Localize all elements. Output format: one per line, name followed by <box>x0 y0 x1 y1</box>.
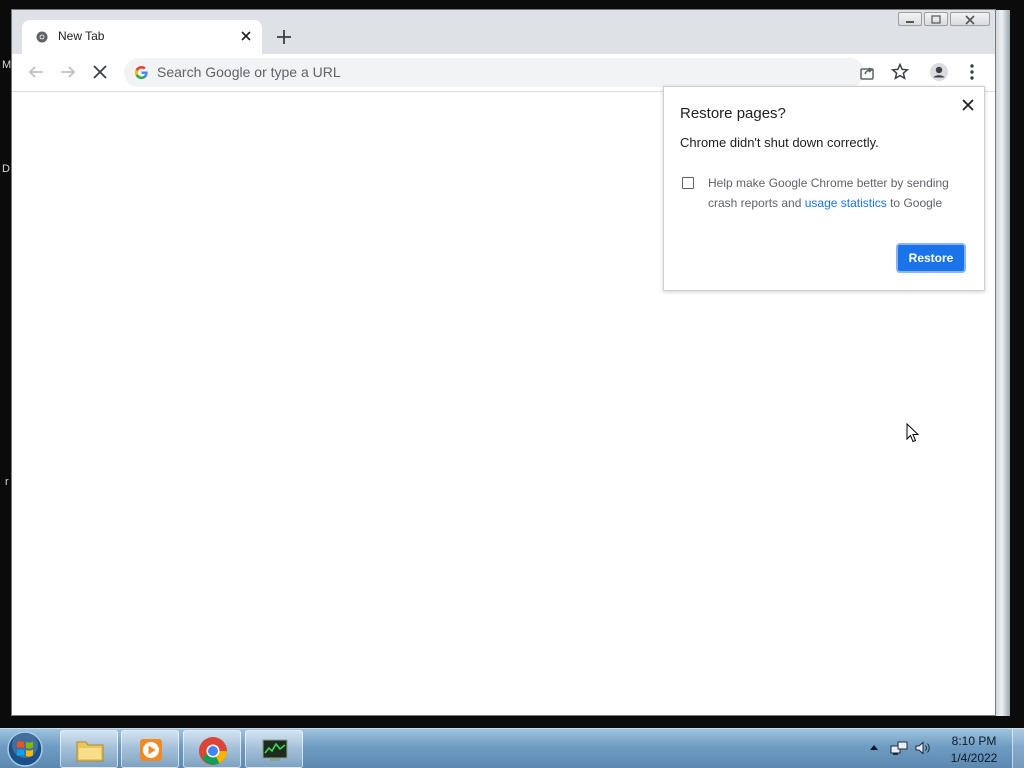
volume-icon[interactable] <box>914 739 932 757</box>
restore-button[interactable]: Restore <box>896 243 966 273</box>
usage-stats-checkbox[interactable] <box>682 177 694 189</box>
kebab-menu-icon[interactable] <box>960 60 984 84</box>
minimize-button[interactable] <box>898 12 922 26</box>
task-manager-icon <box>262 739 288 761</box>
taskbar-chrome[interactable] <box>183 730 241 768</box>
usage-statistics-link[interactable]: usage statistics <box>805 196 887 210</box>
desktop-label-fragment: D <box>2 163 10 175</box>
restore-pages-dialog: Restore pages? Chrome didn't shut down c… <box>663 86 985 291</box>
taskbar: 8:10 PM 1/4/2022 <box>0 728 1024 768</box>
network-icon[interactable] <box>890 739 908 757</box>
dialog-message: Chrome didn't shut down correctly. <box>680 135 879 150</box>
dialog-title: Restore pages? <box>680 105 786 122</box>
clock-time[interactable]: 8:10 PM <box>936 734 1012 748</box>
show-hidden-icons-icon[interactable] <box>868 742 880 752</box>
omnibox-placeholder: Search Google or type a URL <box>157 64 341 80</box>
background-window-edge <box>996 10 1010 716</box>
taskbar-task-manager[interactable] <box>245 730 303 768</box>
back-arrow-icon[interactable] <box>24 60 48 84</box>
omnibox[interactable]: Search Google or type a URL <box>124 58 864 87</box>
desktop-label-fragment: r <box>5 476 9 488</box>
close-window-button[interactable] <box>950 12 990 26</box>
share-icon[interactable] <box>855 60 879 84</box>
chrome-logo-icon <box>199 737 227 765</box>
tab-new-tab[interactable]: New Tab <box>22 20 262 54</box>
taskbar-media-player[interactable] <box>121 730 179 768</box>
tab-title: New Tab <box>58 29 105 43</box>
close-icon[interactable] <box>958 95 978 115</box>
consent-suffix: to Google <box>886 196 943 210</box>
clock-date[interactable]: 1/4/2022 <box>936 751 1012 765</box>
taskbar-file-explorer[interactable] <box>60 730 118 768</box>
window-caption-buttons <box>898 12 990 28</box>
new-tab-plus-icon[interactable] <box>272 25 296 49</box>
close-tab-icon[interactable] <box>238 28 254 44</box>
maximize-button[interactable] <box>924 12 948 26</box>
start-orb-icon[interactable] <box>6 730 44 768</box>
bookmark-star-icon[interactable] <box>888 60 912 84</box>
folder-icon <box>76 741 104 762</box>
desktop-label-fragment: M <box>2 59 12 71</box>
mouse-cursor-icon <box>906 423 920 443</box>
google-g-icon <box>134 65 148 80</box>
stop-loading-icon[interactable] <box>88 60 112 84</box>
consent-text: Help make Google Chrome better by sendin… <box>708 173 970 213</box>
media-player-icon <box>140 739 162 761</box>
tab-strip: New Tab <box>12 10 995 54</box>
show-desktop-button[interactable] <box>1012 729 1024 768</box>
profile-avatar-icon[interactable] <box>927 60 951 84</box>
forward-arrow-icon[interactable] <box>56 60 80 84</box>
chrome-favicon-icon <box>36 31 48 43</box>
